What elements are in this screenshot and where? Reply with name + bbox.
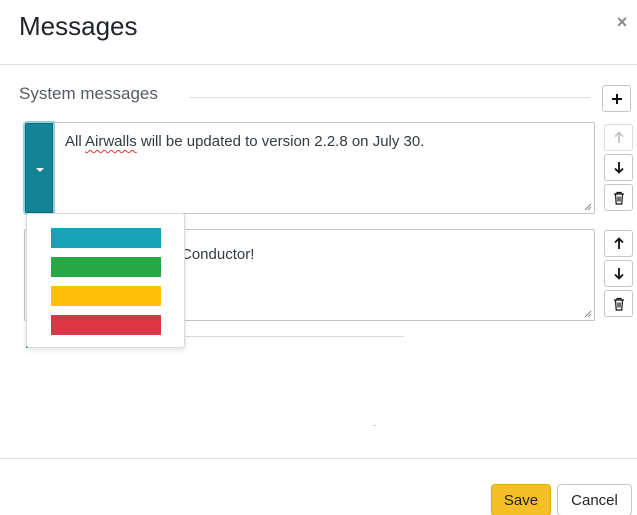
color-option-success[interactable]: [51, 257, 161, 277]
plus-icon: [611, 93, 622, 104]
arrow-up-icon: [613, 131, 624, 143]
trash-icon: [613, 297, 624, 311]
trash-icon: [613, 191, 624, 205]
color-picker-dropdown: [26, 213, 185, 348]
resize-handle-icon[interactable]: [584, 310, 592, 318]
header-divider: [0, 64, 637, 65]
message-text-2: Conductor!: [181, 246, 255, 263]
move-up-button-1[interactable]: [604, 124, 633, 151]
cancel-button[interactable]: Cancel: [557, 484, 632, 515]
arrow-down-icon: [613, 268, 624, 280]
move-down-button-2[interactable]: [604, 260, 633, 287]
resize-handle-icon[interactable]: [584, 203, 592, 211]
save-button[interactable]: Save: [491, 484, 551, 515]
color-option-danger[interactable]: [51, 315, 161, 335]
close-icon[interactable]: ×: [613, 12, 631, 32]
section-title: System messages: [19, 84, 158, 103]
stray-mark: [373, 425, 376, 426]
add-message-button[interactable]: [602, 85, 631, 112]
message-text-1: All Airwalls will be updated to version …: [65, 133, 425, 150]
delete-button-2[interactable]: [604, 290, 633, 317]
misspelled-word: Airwalls: [85, 133, 137, 150]
move-up-button-2[interactable]: [604, 230, 633, 257]
arrow-down-icon: [613, 162, 624, 174]
partial-editor-edge: [176, 336, 404, 337]
arrow-up-icon: [613, 237, 624, 249]
color-option-info[interactable]: [51, 228, 161, 248]
caret-down-icon: [36, 168, 44, 172]
delete-button-1[interactable]: [604, 184, 633, 211]
move-down-button-1[interactable]: [604, 154, 633, 181]
color-picker-toggle[interactable]: [25, 123, 53, 213]
message-editor-1[interactable]: All Airwalls will be updated to version …: [24, 122, 595, 214]
footer-divider: [0, 458, 637, 459]
section-divider: [190, 97, 590, 98]
modal-title: Messages: [19, 11, 138, 41]
color-option-warning[interactable]: [51, 286, 161, 306]
